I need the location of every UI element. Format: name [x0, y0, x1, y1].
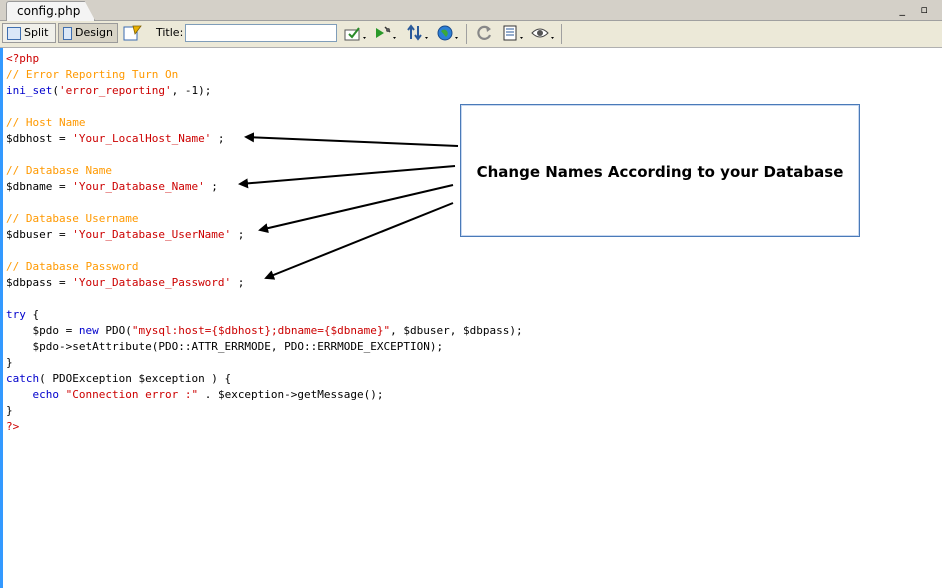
code-token: 'Your_Database_Name' — [72, 180, 205, 193]
code-line: $dbpass = 'Your_Database_Password' ; — [6, 275, 523, 291]
code-line: } — [6, 403, 523, 419]
code-token: "Connection error :" — [65, 388, 199, 401]
code-token: catch — [6, 372, 40, 385]
live-view-icon[interactable] — [123, 24, 147, 44]
code-token: // Database Username — [6, 212, 139, 225]
code-token: "mysql:host={$dbhost};dbname={$dbname}" — [131, 324, 391, 337]
code-token: PDO( — [98, 324, 132, 337]
code-token: ; — [211, 132, 225, 145]
validate-markup-icon[interactable] — [344, 24, 368, 44]
split-view-button[interactable]: Split — [2, 23, 56, 43]
design-view-icon — [63, 26, 73, 40]
code-token: ( — [52, 84, 59, 97]
toolbar-separator — [466, 24, 467, 44]
visual-aids-icon[interactable] — [530, 24, 554, 44]
document-toolbar: Split Design Title: — [0, 21, 942, 48]
code-token: 'Your_LocalHost_Name' — [72, 132, 212, 145]
code-token: } — [6, 404, 13, 417]
code-line: // Database Name — [6, 163, 523, 179]
code-token: . $exception->getMessage(); — [198, 388, 384, 401]
toolbar-separator — [561, 24, 562, 44]
code-token: echo — [32, 388, 60, 401]
code-line: $dbhost = 'Your_LocalHost_Name' ; — [6, 131, 523, 147]
code-token: $dbuser — [6, 228, 53, 241]
design-view-button[interactable]: Design — [58, 23, 118, 43]
code-line: try { — [6, 307, 523, 323]
code-token: = — [52, 180, 73, 193]
code-token: = — [52, 228, 73, 241]
view-options-icon[interactable] — [502, 24, 526, 44]
code-line: $dbuser = 'Your_Database_UserName' ; — [6, 227, 523, 243]
code-token: new — [78, 324, 99, 337]
editor-gutter — [0, 48, 3, 588]
tab-config-php[interactable]: config.php — [6, 1, 96, 21]
split-view-icon — [7, 26, 21, 40]
title-input[interactable] — [185, 24, 337, 42]
code-line: // Database Password — [6, 259, 523, 275]
code-token: $dbpass — [6, 276, 53, 289]
code-token: // Database Name — [6, 164, 112, 177]
code-line: $dbname = 'Your_Database_Name' ; — [6, 179, 523, 195]
code-token: ; — [204, 180, 218, 193]
code-line: // Error Reporting Turn On — [6, 67, 523, 83]
code-token: $dbname — [6, 180, 53, 193]
code-token: $pdo->setAttribute(PDO::ATTR_ERRMODE, PD… — [32, 340, 444, 353]
globe-preview-icon[interactable] — [436, 24, 460, 44]
code-token: $pdo — [32, 324, 60, 337]
code-token: } — [6, 356, 13, 369]
annotation-callout-text: Change Names According to your Database — [476, 163, 844, 181]
code-token: ; — [231, 276, 245, 289]
code-token: <?php — [6, 52, 40, 65]
code-token: ; — [231, 228, 245, 241]
code-token: ?> — [6, 420, 20, 433]
code-token: // Host Name — [6, 116, 86, 129]
window-controls[interactable]: _ ▫ — [900, 3, 934, 16]
code-line: ini_set('error_reporting', -1); — [6, 83, 523, 99]
preview-browser-icon[interactable] — [374, 24, 398, 44]
code-token: $dbhost — [6, 132, 53, 145]
code-token: = — [52, 132, 73, 145]
code-line: // Database Username — [6, 211, 523, 227]
title-label: Title: — [156, 26, 184, 39]
code-token: // Database Password — [6, 260, 139, 273]
code-line: ?> — [6, 419, 523, 435]
code-token: , -1); — [171, 84, 212, 97]
code-token: ( PDOException $exception ) { — [39, 372, 232, 385]
code-token: { — [25, 308, 40, 321]
code-token: = — [52, 276, 73, 289]
design-label: Design — [75, 26, 113, 39]
code-token: 'Your_Database_UserName' — [72, 228, 232, 241]
code-line: catch( PDOException $exception ) { — [6, 371, 523, 387]
code-view[interactable]: <?php// Error Reporting Turn On ini_set('… — [6, 51, 523, 435]
code-line: $pdo = new PDO("mysql:host={$dbhost};dbn… — [6, 323, 523, 339]
code-token: = — [59, 324, 79, 337]
code-line: echo "Connection error :" . $exception->… — [6, 387, 523, 403]
document-tab-bar: config.php _ ▫ — [0, 0, 942, 21]
code-line: } — [6, 355, 523, 371]
tab-label: config.php — [17, 4, 81, 18]
annotation-callout-box: Change Names According to your Database — [460, 104, 860, 237]
code-token: // Error Reporting Turn On — [6, 68, 179, 81]
code-token: 'Your_Database_Password' — [72, 276, 232, 289]
code-line: // Host Name — [6, 115, 523, 131]
split-label: Split — [24, 26, 49, 39]
code-line: $pdo->setAttribute(PDO::ATTR_ERRMODE, PD… — [6, 339, 523, 355]
code-token: try — [6, 308, 26, 321]
file-management-icon[interactable] — [406, 24, 430, 44]
code-token: , $dbuser, $dbpass); — [390, 324, 523, 337]
code-line: <?php — [6, 51, 523, 67]
code-token: ini_set — [6, 84, 53, 97]
refresh-icon[interactable] — [476, 24, 500, 44]
code-token: 'error_reporting' — [58, 84, 172, 97]
